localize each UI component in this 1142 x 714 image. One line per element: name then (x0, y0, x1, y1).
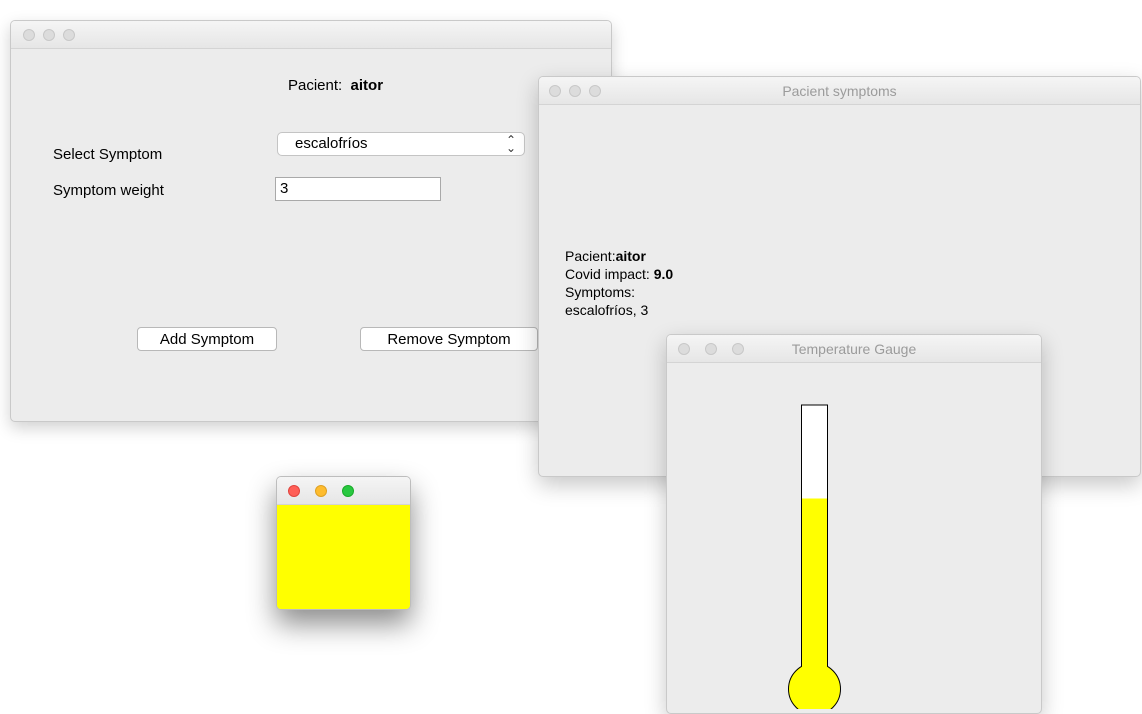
covid-impact-line: Covid impact: 9.0 (565, 266, 673, 282)
color-window (276, 476, 411, 610)
patient-name: aitor (350, 77, 384, 94)
symptoms-titlebar[interactable]: Pacient symptoms (539, 77, 1140, 105)
remove-symptom-button[interactable]: Remove Symptom (360, 327, 538, 351)
thermometer (788, 404, 841, 709)
yellow-color-panel (277, 505, 410, 609)
symptoms-patient-name: aitor (615, 248, 646, 264)
thermometer-fill (802, 498, 827, 673)
thermometer-neck-fill (802, 658, 827, 672)
color-titlebar[interactable] (277, 477, 410, 505)
covid-impact-label: Covid impact: (565, 266, 654, 282)
zoom-button[interactable] (342, 485, 354, 497)
patient-line: Pacient: aitor (288, 77, 383, 94)
covid-impact-value: 9.0 (653, 266, 674, 282)
window-title: Pacient symptoms (782, 83, 897, 99)
window-title: Temperature Gauge (791, 341, 917, 357)
symptom-select[interactable]: escalofríos ⌃ ⌄ (277, 132, 525, 156)
symptoms-label: Symptoms: (565, 284, 636, 300)
form-titlebar[interactable] (11, 21, 611, 49)
symptoms-patient-label: Pacient: (565, 248, 616, 264)
symptom-select-value: escalofríos (295, 135, 368, 152)
gauge-titlebar[interactable]: Temperature Gauge (667, 335, 1041, 363)
select-symptom-label: Select Symptom (53, 146, 163, 163)
temperature-gauge-window: Temperature Gauge (666, 334, 1042, 714)
symptom-weight-label: Symptom weight (53, 182, 164, 199)
symptom-form-window: Pacient: aitor Select Symptom escalofrío… (10, 20, 612, 422)
close-button[interactable] (23, 29, 35, 41)
patient-label: Pacient: (288, 77, 343, 94)
zoom-button[interactable] (63, 29, 75, 41)
symptoms-patient-line: Pacient:aitor (565, 248, 646, 264)
minimize-button[interactable] (315, 485, 327, 497)
close-button[interactable] (288, 485, 300, 497)
symptom-weight-field[interactable]: 3 (275, 177, 441, 201)
minimize-button[interactable] (43, 29, 55, 41)
add-symptom-button[interactable]: Add Symptom (137, 327, 277, 351)
updown-chevron-icon: ⌃ ⌄ (505, 133, 517, 155)
symptoms-list: escalofríos, 3 (565, 302, 649, 318)
